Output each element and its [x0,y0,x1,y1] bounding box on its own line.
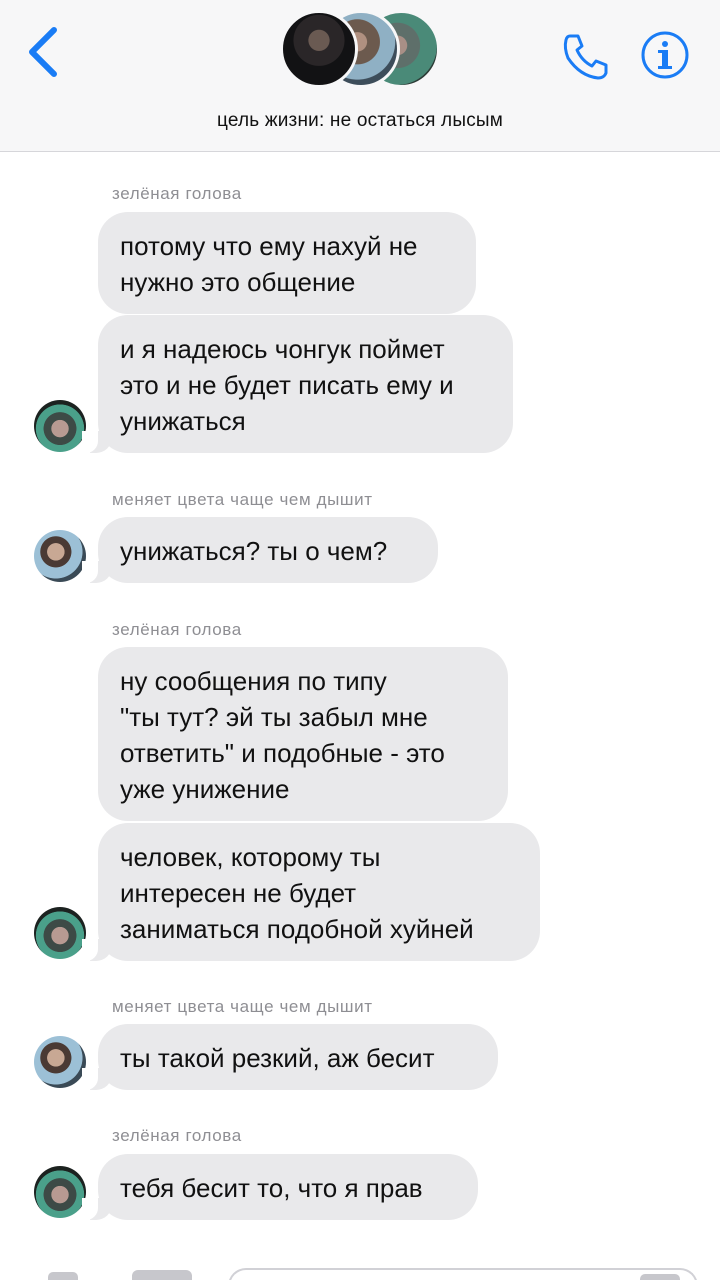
avatar[interactable] [34,400,86,452]
group-avatar-1 [280,10,358,88]
message-input[interactable] [228,1268,698,1280]
apps-icon[interactable] [132,1270,192,1280]
avatar[interactable] [34,907,86,959]
group-avatars[interactable] [280,10,440,90]
info-icon [641,31,689,79]
sender-name: меняет цвета чаще чем дышит [112,490,373,509]
chat-title[interactable]: цель жизни: не остаться лысым [0,110,720,132]
info-button[interactable] [640,30,690,80]
message-bubble[interactable]: человек, которому ты интересен не будет … [82,823,540,961]
chat-header: цель жизни: не остаться лысым [0,0,720,152]
sender-name: меняет цвета чаще чем дышит [112,997,373,1016]
avatar[interactable] [34,1036,86,1088]
microphone-icon[interactable] [640,1274,680,1280]
message-bubble[interactable]: унижаться? ты о чем? [82,517,438,583]
call-button[interactable] [560,30,612,82]
message-bubble[interactable]: ты такой резкий, аж бесит [82,1024,498,1090]
compose-bar [0,1262,720,1280]
message-bubble[interactable]: потому что ему нахуй не нужно это общени… [98,212,476,314]
back-button[interactable] [22,26,66,78]
sender-name: зелёная голова [112,1126,242,1145]
chevron-left-icon [29,27,57,77]
avatar[interactable] [34,530,86,582]
message-bubble[interactable]: тебя бесит то, что я прав [82,1154,478,1220]
avatar[interactable] [34,1166,86,1218]
message-bubble[interactable]: и я надеюсь чонгук поймет это и не будет… [82,315,513,453]
sender-name: зелёная голова [112,620,242,639]
message-bubble[interactable]: ну сообщения по типу "ты тут? эй ты забы… [98,647,508,821]
camera-icon[interactable] [48,1272,78,1280]
sender-name: зелёная голова [112,184,242,203]
phone-icon [563,34,608,80]
